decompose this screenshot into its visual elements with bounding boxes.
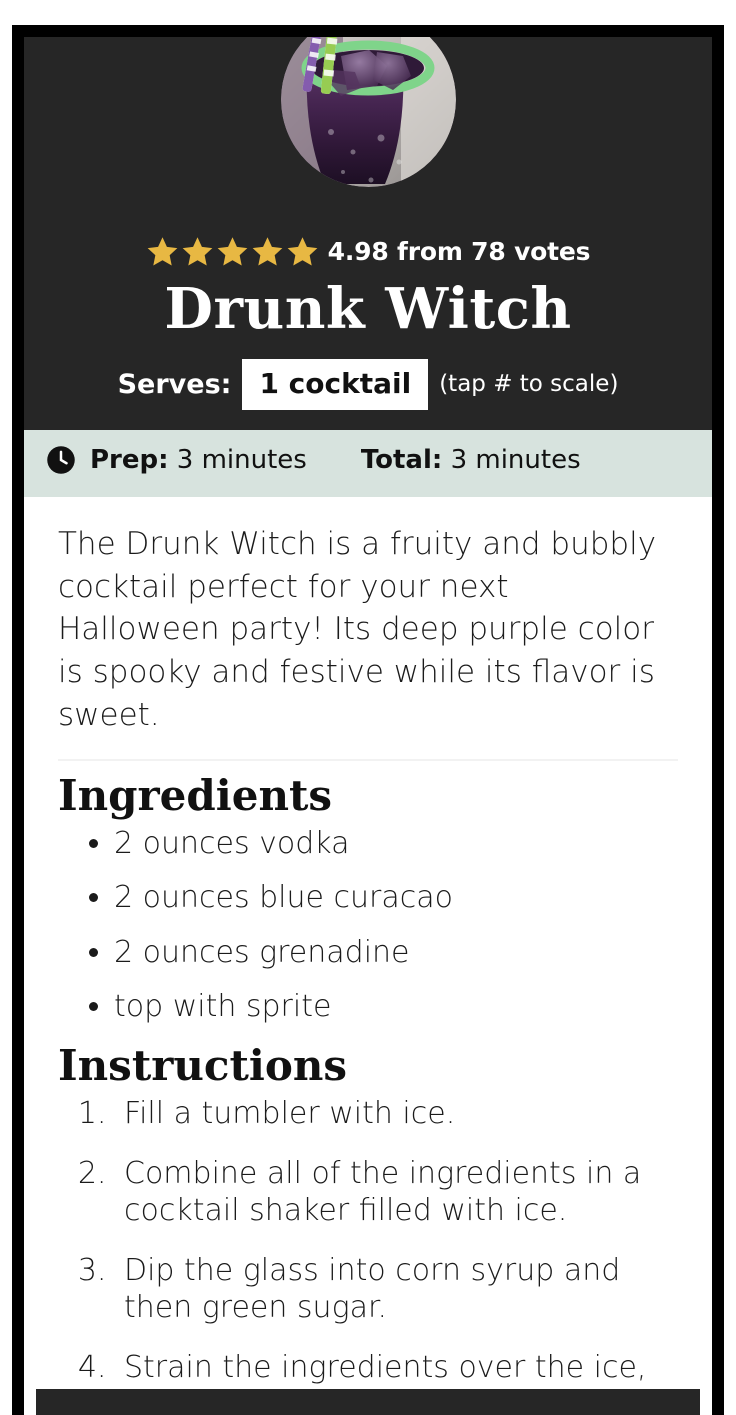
total-time: Total: 3 minutes [361, 445, 581, 475]
rating-text: 4.98 from 78 votes [328, 237, 591, 266]
ingredients-list: 2 ounces vodka 2 ounces blue curacao 2 o… [58, 825, 678, 1026]
rating-row: 4.98 from 78 votes [24, 235, 712, 268]
star-icon[interactable] [286, 235, 319, 268]
serves-value[interactable]: 1 cocktail [242, 359, 428, 410]
serves-scale-hint: (tap # to scale) [439, 371, 618, 397]
list-item[interactable]: 2 ounces blue curacao [114, 879, 678, 917]
list-item[interactable]: 2 ounces vodka [114, 825, 678, 863]
section-divider [58, 759, 678, 761]
recipe-card-header: 4.98 from 78 votes Drunk Witch Serves: 1… [24, 37, 712, 430]
prep-time-label: Prep: [90, 445, 169, 475]
total-time-value: 3 minutes [451, 445, 581, 475]
prep-time-value: 3 minutes [177, 445, 307, 475]
star-rating[interactable] [146, 235, 319, 268]
star-icon[interactable] [216, 235, 249, 268]
instructions-heading: Instructions [58, 1043, 678, 1089]
serves-row: Serves: 1 cocktail (tap # to scale) [24, 359, 712, 410]
clock-icon [46, 445, 76, 475]
list-item: Dip the glass into corn syrup and then g… [116, 1252, 678, 1327]
star-icon[interactable] [181, 235, 214, 268]
list-item: Fill a tumbler with ice. [116, 1095, 678, 1133]
serves-label: Serves: [118, 369, 232, 400]
recipe-description: The Drunk Witch is a fruity and bubbly c… [58, 523, 678, 737]
total-time-label: Total: [361, 445, 442, 475]
instructions-list: Fill a tumbler with ice. Combine all of … [58, 1095, 678, 1415]
star-icon[interactable] [146, 235, 179, 268]
recipe-card-body: The Drunk Witch is a fruity and bubbly c… [24, 497, 712, 1415]
list-item: Combine all of the ingredients in a cock… [116, 1155, 678, 1230]
list-item[interactable]: top with sprite [114, 988, 678, 1026]
star-icon[interactable] [251, 235, 284, 268]
recipe-card-page: 4.98 from 78 votes Drunk Witch Serves: 1… [0, 0, 736, 1412]
card-footer-strip [36, 1389, 700, 1415]
list-item[interactable]: 2 ounces grenadine [114, 934, 678, 972]
recipe-card: 4.98 from 78 votes Drunk Witch Serves: 1… [12, 25, 724, 1415]
time-bar: Prep: 3 minutes Total: 3 minutes [24, 430, 712, 497]
prep-time: Prep: 3 minutes [90, 445, 307, 475]
ingredients-heading: Ingredients [58, 773, 678, 819]
page-title: Drunk Witch [24, 280, 712, 339]
